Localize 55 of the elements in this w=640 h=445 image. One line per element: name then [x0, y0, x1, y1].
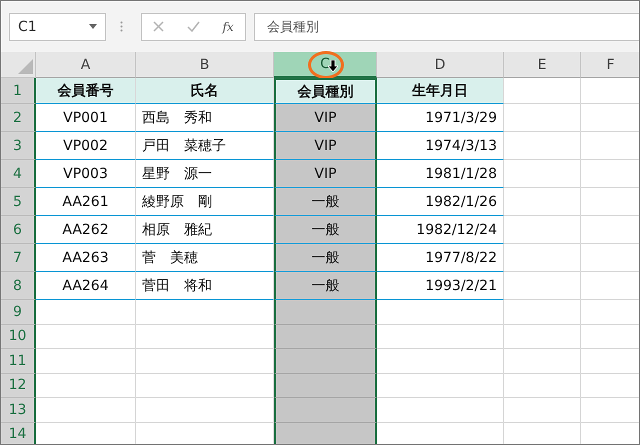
row-header[interactable]: 11: [1, 349, 36, 374]
row-header[interactable]: 5: [1, 188, 36, 216]
table-cell: 1981/1/28: [377, 160, 504, 188]
cursor-icon: [328, 60, 338, 72]
row-header[interactable]: 6: [1, 216, 36, 244]
select-all-corner[interactable]: [1, 52, 36, 78]
table-cell: VIP: [274, 132, 377, 160]
formula-field[interactable]: 会員種別: [254, 12, 639, 40]
table-cell: VP002: [36, 132, 136, 160]
column-header[interactable]: D: [377, 52, 504, 78]
row-header[interactable]: 13: [1, 398, 36, 422]
table-cell: 氏名: [136, 78, 274, 104]
column-header[interactable]: F: [581, 52, 639, 78]
row-header[interactable]: 2: [1, 104, 36, 132]
row-header[interactable]: 7: [1, 244, 36, 272]
column-header[interactable]: B: [136, 52, 274, 78]
table-cell: 一般: [274, 244, 377, 272]
table-cell: 一般: [274, 188, 377, 216]
row-header[interactable]: 12: [1, 374, 36, 398]
name-box[interactable]: C1: [9, 12, 106, 40]
table-cell: VIP: [274, 104, 377, 132]
row-header[interactable]: 4: [1, 160, 36, 188]
table-cell: 一般: [274, 272, 377, 300]
table-cell: AA264: [36, 272, 136, 300]
triangle-icon: [18, 59, 33, 74]
grip-icon: [120, 21, 123, 32]
table-cell: 会員種別: [274, 78, 377, 104]
column-header[interactable]: A: [36, 52, 136, 78]
table-cell: 1971/3/29: [377, 104, 504, 132]
table-cell: 1982/12/24: [377, 216, 504, 244]
check-icon[interactable]: [186, 21, 200, 32]
table-cell: VIP: [274, 160, 377, 188]
row-header[interactable]: 10: [1, 324, 36, 349]
table-cell: AA262: [36, 216, 136, 244]
table-cell: 生年月日: [377, 78, 504, 104]
row-header[interactable]: 3: [1, 132, 36, 160]
table-cell: 1993/2/21: [377, 272, 504, 300]
table-cell: 会員番号: [36, 78, 136, 104]
table-cell: AA261: [36, 188, 136, 216]
cancel-icon[interactable]: [153, 21, 164, 32]
row-header[interactable]: 1: [1, 78, 36, 104]
table-cell: 1977/8/22: [377, 244, 504, 272]
row-header[interactable]: 9: [1, 300, 36, 324]
table-cell: VP003: [36, 160, 136, 188]
table-cell: 1982/1/26: [377, 188, 504, 216]
table-cell: 一般: [274, 216, 377, 244]
row-header[interactable]: 14: [1, 422, 36, 444]
column-header[interactable]: C: [274, 52, 377, 78]
column-header[interactable]: E: [504, 52, 581, 78]
table-cell: VP001: [36, 104, 136, 132]
table-cell: AA263: [36, 244, 136, 272]
insert-function-button[interactable]: fx: [222, 20, 234, 34]
row-header[interactable]: 8: [1, 272, 36, 300]
caret-icon: [89, 24, 97, 29]
table-cell: 1974/3/13: [377, 132, 504, 160]
